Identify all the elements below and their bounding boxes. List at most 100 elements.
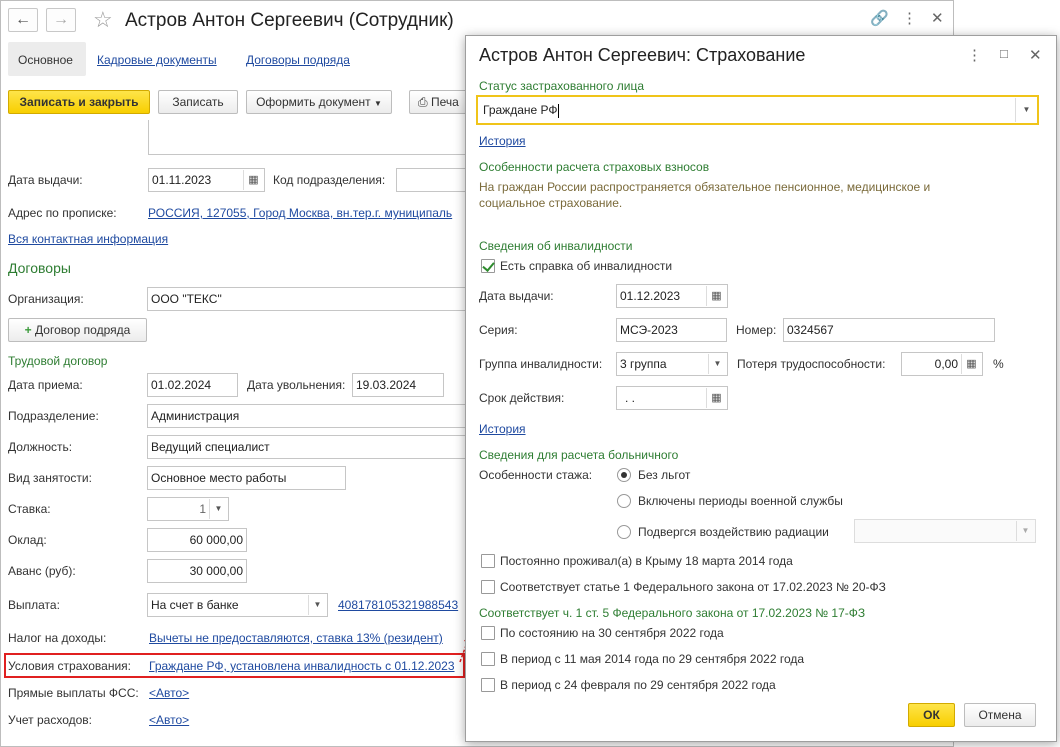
law17-heading: Соответствует ч. 1 ст. 5 Федерального за… bbox=[479, 606, 866, 620]
account-link[interactable]: 408178105321988543 bbox=[338, 598, 466, 612]
tab-hr-docs[interactable]: Кадровые документы bbox=[97, 53, 217, 67]
opt3-checkbox[interactable] bbox=[481, 678, 495, 692]
text-area-fragment[interactable] bbox=[148, 120, 468, 155]
chevron-down-icon[interactable]: ▼ bbox=[708, 354, 726, 374]
sick-heading: Сведения для расчета больничного bbox=[479, 448, 679, 462]
ok-button[interactable]: ОК bbox=[908, 703, 955, 727]
chevron-down-icon[interactable]: ▼ bbox=[1016, 521, 1034, 541]
insurance-link[interactable]: Граждане РФ, установлена инвалидность с … bbox=[149, 659, 455, 673]
costs-label: Учет расходов: bbox=[8, 713, 92, 727]
features-text-1: На граждан России распространяется обяза… bbox=[479, 180, 931, 194]
position-field[interactable]: Ведущий специалист bbox=[147, 435, 471, 459]
insurance-dialog: Астров Антон Сергеевич: Страхование ⋮ □ … bbox=[465, 35, 1057, 742]
dlg-issue-date-field[interactable]: 01.12.2023 ▦ bbox=[616, 284, 728, 308]
tab-contracts[interactable]: Договоры подряда bbox=[246, 53, 350, 67]
payment-select[interactable]: На счет в банке ▼ bbox=[147, 593, 328, 617]
star-icon[interactable]: ☆ bbox=[93, 7, 113, 33]
opt1-checkbox[interactable] bbox=[481, 626, 495, 640]
rate-label: Ставка: bbox=[8, 502, 51, 516]
hire-date-field[interactable]: 01.02.2024 bbox=[147, 373, 238, 397]
number-field[interactable]: 0324567 bbox=[783, 318, 995, 342]
chevron-down-icon[interactable]: ▼ bbox=[308, 595, 326, 615]
opt1-label: По состоянию на 30 сентября 2022 года bbox=[500, 626, 724, 640]
link-icon[interactable]: 🔗 bbox=[870, 9, 889, 27]
advance-label: Аванс (руб): bbox=[8, 564, 76, 578]
validity-field[interactable]: . . ▦ bbox=[616, 386, 728, 410]
law20-label: Соответствует статье 1 Федерального зако… bbox=[500, 580, 886, 594]
salary-field[interactable]: 60 000,00 bbox=[147, 528, 247, 552]
number-label: Номер: bbox=[736, 323, 777, 337]
calendar-icon[interactable]: ▦ bbox=[243, 170, 263, 190]
more-icon[interactable]: ⋮ bbox=[902, 9, 917, 27]
costs-link[interactable]: <Авто> bbox=[149, 713, 189, 727]
dlg-issue-date-label: Дата выдачи: bbox=[479, 289, 554, 303]
fss-link[interactable]: <Авто> bbox=[149, 686, 189, 700]
crimea-checkbox[interactable] bbox=[481, 554, 495, 568]
radio-no-benefits[interactable] bbox=[617, 468, 631, 482]
dept-code-label: Код подразделения: bbox=[273, 173, 386, 187]
status-label: Статус застрахованного лица bbox=[479, 79, 645, 93]
maximize-icon[interactable]: □ bbox=[1000, 46, 1008, 61]
percent-sign: % bbox=[993, 357, 1004, 371]
save-button[interactable]: Записать bbox=[158, 90, 238, 114]
org-field[interactable]: ООО "ТЕКС" bbox=[147, 287, 471, 311]
loss-field[interactable]: 0,00 ▦ bbox=[901, 352, 983, 376]
law20-checkbox[interactable] bbox=[481, 580, 495, 594]
employment-field[interactable]: Основное место работы bbox=[147, 466, 346, 490]
salary-label: Оклад: bbox=[8, 533, 47, 547]
dept-field[interactable]: Администрация bbox=[147, 404, 471, 428]
radiation-select[interactable]: ▼ bbox=[854, 519, 1036, 543]
radio-military[interactable] bbox=[617, 494, 631, 508]
group-select[interactable]: 3 группа ▼ bbox=[616, 352, 728, 376]
series-field[interactable]: МСЭ-2023 bbox=[616, 318, 727, 342]
opt3-label: В период с 24 февраля по 29 сентября 202… bbox=[500, 678, 776, 692]
crimea-label: Постоянно проживал(а) в Крыму 18 марта 2… bbox=[500, 554, 793, 568]
calendar-icon[interactable]: ▦ bbox=[706, 286, 726, 306]
printer-icon: ⎙ bbox=[418, 95, 428, 109]
add-contract-button[interactable]: + Договор подряда bbox=[8, 318, 147, 342]
close-icon[interactable]: ✕ bbox=[931, 9, 944, 27]
labor-heading: Трудовой договор bbox=[8, 354, 108, 368]
more-icon[interactable]: ⋮ bbox=[967, 46, 982, 64]
dept-code-field[interactable] bbox=[396, 168, 471, 192]
history-link-2[interactable]: История bbox=[479, 422, 526, 436]
disability-heading: Сведения об инвалидности bbox=[479, 239, 633, 253]
radio-military-label: Включены периоды военной службы bbox=[638, 494, 843, 508]
address-label: Адрес по прописке: bbox=[8, 206, 117, 220]
opt2-checkbox[interactable] bbox=[481, 652, 495, 666]
status-select[interactable]: Граждане РФ ▼ bbox=[476, 95, 1039, 125]
back-arrow-icon[interactable]: ← bbox=[8, 8, 38, 32]
certificate-checkbox[interactable] bbox=[481, 259, 495, 273]
tax-label: Налог на доходы: bbox=[8, 631, 107, 645]
radio-radiation-label: Подвергся воздействию радиации bbox=[638, 525, 829, 539]
tab-main[interactable]: Основное bbox=[18, 53, 73, 67]
payment-label: Выплата: bbox=[8, 598, 60, 612]
issue-date-label: Дата выдачи: bbox=[8, 173, 83, 187]
issue-date-field[interactable]: 01.11.2023 ▦ bbox=[148, 168, 265, 192]
calculator-icon[interactable]: ▦ bbox=[961, 354, 981, 374]
make-document-button[interactable]: Оформить документ ▼ bbox=[246, 90, 392, 114]
cancel-button[interactable]: Отмена bbox=[964, 703, 1036, 727]
calendar-icon[interactable]: ▦ bbox=[706, 388, 726, 408]
dialog-title: Астров Антон Сергеевич: Страхование bbox=[479, 45, 806, 65]
print-button[interactable]: ⎙ Печа bbox=[409, 90, 469, 114]
close-icon[interactable]: ✕ bbox=[1029, 46, 1042, 64]
chevron-down-icon[interactable]: ▼ bbox=[1015, 98, 1037, 122]
history-link-1[interactable]: История bbox=[479, 134, 526, 148]
chevron-down-icon[interactable]: ▼ bbox=[209, 499, 227, 519]
position-label: Должность: bbox=[8, 440, 73, 454]
advance-field[interactable]: 30 000,00 bbox=[147, 559, 247, 583]
org-label: Организация: bbox=[8, 292, 84, 306]
radio-radiation[interactable] bbox=[617, 525, 631, 539]
validity-label: Срок действия: bbox=[479, 391, 565, 405]
forward-arrow-icon[interactable]: → bbox=[46, 8, 76, 32]
save-close-button[interactable]: Записать и закрыть bbox=[8, 90, 150, 114]
features-heading: Особенности расчета страховых взносов bbox=[479, 160, 710, 174]
tax-link[interactable]: Вычеты не предоставляются, ставка 13% (р… bbox=[149, 631, 443, 645]
insurance-label: Условия страхования: bbox=[8, 659, 131, 673]
fire-date-field[interactable]: 19.03.2024 bbox=[352, 373, 444, 397]
address-link[interactable]: РОССИЯ, 127055, Город Москва, вн.тер.г. … bbox=[148, 206, 465, 220]
contacts-link[interactable]: Вся контактная информация bbox=[8, 232, 168, 246]
rate-field[interactable]: 1 ▼ bbox=[147, 497, 229, 521]
text-cursor bbox=[557, 103, 559, 118]
